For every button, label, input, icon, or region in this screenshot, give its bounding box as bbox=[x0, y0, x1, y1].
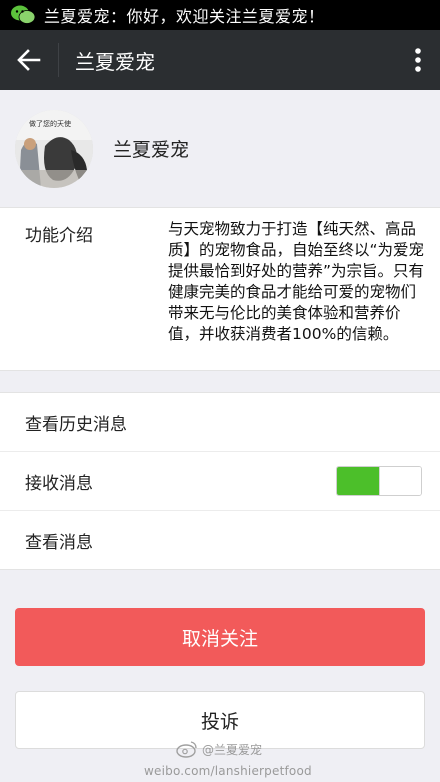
receive-messages-toggle[interactable] bbox=[336, 466, 422, 496]
weibo-icon bbox=[176, 740, 198, 758]
notification-text: 兰夏爱宠：你好，欢迎关注兰夏爱宠！ bbox=[44, 7, 325, 26]
unfollow-button[interactable]: 取消关注 bbox=[15, 608, 425, 666]
watermark: @兰夏爱宠 weibo.com/lanshierpetfood bbox=[140, 737, 312, 781]
action-bar: 兰夏爱宠 bbox=[0, 30, 440, 90]
page-title: 兰夏爱宠 bbox=[75, 49, 155, 74]
intro-section: 功能介绍 与天宠物致力于打造【纯天然、高品质】的宠物食品，自始至终以“为爱宠提供… bbox=[0, 207, 440, 371]
wechat-icon bbox=[10, 4, 36, 26]
toggle-knob bbox=[379, 467, 421, 495]
view-messages-row[interactable]: 查看消息 bbox=[0, 511, 440, 569]
avatar[interactable]: 做了您的天使 bbox=[15, 109, 93, 188]
view-messages-label: 查看消息 bbox=[25, 532, 93, 553]
intro-description: 与天宠物致力于打造【纯天然、高品质】的宠物食品，自始至终以“为爱宠提供最恰到好处… bbox=[168, 220, 425, 343]
intro-label: 功能介绍 bbox=[25, 226, 93, 246]
watermark-handle: @兰夏爱宠 bbox=[202, 743, 263, 757]
avatar-caption: 做了您的天使 bbox=[29, 119, 71, 128]
header-divider bbox=[58, 43, 59, 77]
arrow-left-icon bbox=[17, 49, 41, 71]
options-list: 查看历史消息 接收消息 查看消息 bbox=[0, 392, 440, 570]
toggle-on-track bbox=[337, 467, 379, 495]
receive-messages-label: 接收消息 bbox=[25, 473, 93, 494]
status-bar: 兰夏爱宠：你好，欢迎关注兰夏爱宠！ bbox=[0, 0, 440, 30]
more-vertical-icon bbox=[415, 48, 421, 72]
profile-header: 做了您的天使 兰夏爱宠 bbox=[0, 90, 440, 207]
receive-messages-row: 接收消息 bbox=[0, 452, 440, 511]
watermark-url: weibo.com/lanshierpetfood bbox=[144, 764, 312, 778]
account-name: 兰夏爱宠 bbox=[113, 139, 190, 161]
more-button[interactable] bbox=[396, 30, 440, 90]
view-history-label: 查看历史消息 bbox=[25, 414, 127, 435]
back-button[interactable] bbox=[0, 30, 58, 90]
view-history-row[interactable]: 查看历史消息 bbox=[0, 393, 440, 452]
